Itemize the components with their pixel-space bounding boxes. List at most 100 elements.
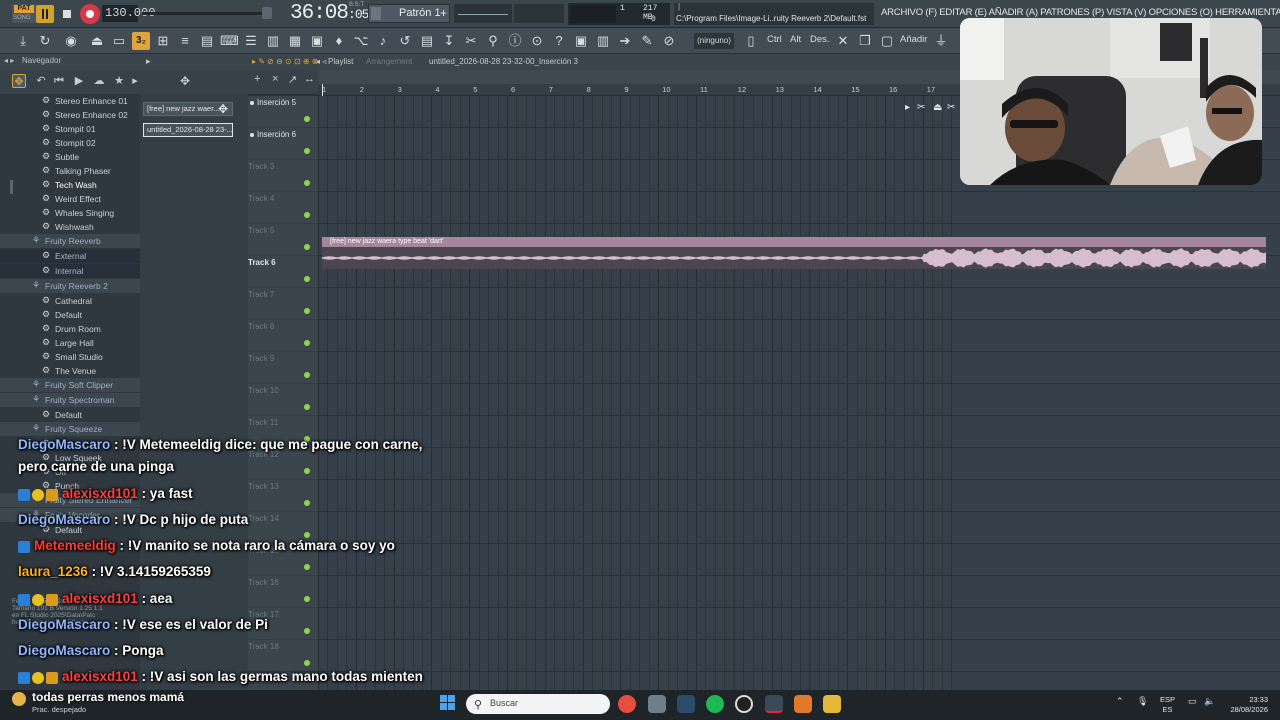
tray-mic-icon[interactable]: 🎙 (1137, 696, 1148, 707)
loop-icon[interactable]: ↻ (36, 32, 54, 50)
track-mute-led[interactable] (304, 212, 310, 218)
start-button[interactable] (440, 695, 456, 711)
track-mute-led[interactable] (304, 308, 310, 314)
browser-item[interactable]: ⚙ Subtle (0, 150, 140, 164)
track-header[interactable]: Track 16 (248, 576, 318, 608)
pencil-icon[interactable]: ✎ (638, 32, 656, 50)
tuner-icon[interactable]: ⊙ (528, 32, 546, 50)
browser-item[interactable]: ⚙ Stereo Enhance 01 (0, 94, 140, 108)
fl-studio-alt-icon[interactable] (794, 695, 812, 713)
chat-username[interactable]: alexisxd101 (62, 669, 138, 684)
ctrl-key[interactable]: Ctrl (767, 34, 782, 45)
mini-cut-icon[interactable]: ✂ (917, 102, 925, 113)
add-menu[interactable]: Añadir (900, 34, 927, 45)
download-icon[interactable]: ⤓ (14, 32, 32, 50)
browser-item[interactable]: ⚙ Internal (0, 264, 140, 278)
paste-icon[interactable]: ▢ (878, 32, 896, 50)
picker-item-insert[interactable]: untitled_2026-08-28 23-... (143, 123, 233, 137)
edit-icon[interactable]: ▯ (742, 32, 760, 50)
taskbar-search[interactable]: ⚲ Buscar (466, 694, 610, 714)
track-mute-led[interactable] (304, 180, 310, 186)
back-icon[interactable]: ⏮ (52, 74, 66, 88)
mini-up-icon[interactable]: ⏏ (933, 102, 942, 113)
plug-icon[interactable]: ⏚ (932, 32, 950, 50)
plugin-icon[interactable]: ♦ (330, 32, 348, 50)
chat-username[interactable]: alexisxd101 (62, 486, 138, 501)
close-track-icon[interactable]: × (272, 73, 278, 85)
track-mute-led[interactable] (304, 116, 310, 122)
undo-icon[interactable]: ↺ (396, 32, 414, 50)
track-mute-led[interactable] (304, 564, 310, 570)
browser-item[interactable]: ⚙ Talking Phaser (0, 164, 140, 178)
add-track-icon[interactable]: + (254, 73, 260, 85)
keyboard-icon[interactable]: ▥ (594, 32, 612, 50)
playlist-grid[interactable] (318, 96, 1280, 714)
track-header[interactable]: Inserción 6 (248, 128, 318, 160)
browser-item[interactable]: ⚙ Drum Room (0, 322, 140, 336)
resize-track-icon[interactable]: ↔ (304, 73, 315, 85)
main-menu[interactable]: ARCHIVO (F) EDITAR (E) AÑADIR (A) PATRON… (881, 7, 1280, 18)
track-header[interactable]: Track 6 (248, 256, 318, 288)
settings-icon[interactable] (648, 695, 666, 713)
track-mute-led[interactable] (304, 500, 310, 506)
browser-item[interactable]: ⚙ Stompit 02 (0, 136, 140, 150)
tray-up-icon[interactable]: ⌃ (1116, 696, 1124, 707)
pattern-selector[interactable]: Patrón 1 + (368, 4, 450, 23)
render-icon[interactable]: ↧ (440, 32, 458, 50)
track-mute-led[interactable] (304, 148, 310, 154)
browser-item[interactable]: ⚙ Small Studio (0, 350, 140, 364)
play-icon[interactable]: ▶ (72, 74, 86, 88)
arrow-right-icon[interactable]: ➔ (616, 32, 634, 50)
track-header[interactable]: Track 13 (248, 480, 318, 512)
browser-item[interactable]: ⚙ Weird Effect (0, 192, 140, 206)
track-mute-led[interactable] (304, 372, 310, 378)
chat-username[interactable]: Metemeeldig (34, 538, 116, 553)
mic-icon[interactable]: ⚲ (484, 32, 502, 50)
wait-icon[interactable]: ⏏ (88, 32, 106, 50)
browser-icon[interactable]: ⌥ (352, 32, 370, 50)
track-mute-led[interactable] (304, 244, 310, 250)
browser-folder[interactable]: ⚘ Fruity Soft Clipper (0, 378, 140, 392)
chat-username[interactable]: DiegoMascaro (18, 643, 110, 658)
copy-icon[interactable]: ❐ (856, 32, 874, 50)
steam-icon[interactable] (677, 695, 695, 713)
des-key[interactable]: Des. (810, 34, 830, 45)
pencil-track-icon[interactable]: ↗ (288, 73, 297, 86)
network-icon[interactable]: ▭ (1188, 696, 1197, 707)
track-mute-led[interactable] (304, 276, 310, 282)
record-button[interactable] (80, 4, 100, 24)
browser-item[interactable]: ⚙ Default (0, 308, 140, 322)
track-header[interactable]: Track 9 (248, 352, 318, 384)
language-indicator[interactable]: ESP ES (1160, 695, 1175, 715)
track-header[interactable]: Track 18 (248, 640, 318, 672)
chrome-icon[interactable] (618, 695, 636, 713)
metronome-icon[interactable]: ◉ (62, 32, 80, 50)
master-volume-knob[interactable] (262, 7, 272, 19)
save-icon[interactable]: ▤ (418, 32, 436, 50)
tempo-display[interactable]: 130.000 (102, 5, 155, 22)
info-icon[interactable]: ⓘ (506, 32, 524, 50)
star-icon[interactable]: ★ (112, 74, 126, 88)
browser-scrollbar[interactable] (10, 180, 13, 194)
track-header[interactable]: Track 8 (248, 320, 318, 352)
playlist-icon[interactable]: ▣ (308, 32, 326, 50)
add-pattern-icon[interactable]: + (440, 6, 447, 20)
browser-window-icon[interactable]: ▣ (572, 32, 590, 50)
track-mute-led[interactable] (304, 628, 310, 634)
playlist-tools-icon[interactable]: ▸ ✎ ⊘ ⊖ ⊙ ⊡ ⊕ ⊗ (252, 57, 319, 66)
clock[interactable]: 23:33 28/08/2026 (1222, 695, 1268, 715)
chat-username[interactable]: alexisxd101 (62, 591, 138, 606)
audio-clip[interactable]: [free] new jazz waera type beat 'dart' (322, 237, 1266, 269)
link-icon[interactable]: ⊘ (660, 32, 678, 50)
browser-item[interactable]: ⚙ The Venue (0, 364, 140, 378)
close-icon[interactable]: ✕ (834, 32, 852, 50)
volume-icon[interactable]: 🔈 (1204, 696, 1215, 707)
undo-icon[interactable]: ↶ (34, 74, 48, 88)
navigator-arrows-icon[interactable]: ◂ ▸ (4, 56, 14, 65)
track-header[interactable]: Track 4 (248, 192, 318, 224)
browser-folder[interactable]: ⚘ Fruity Reeverb 2 (0, 279, 140, 293)
track-header[interactable]: Track 3 (248, 160, 318, 192)
spotify-icon[interactable] (706, 695, 724, 713)
overdub-icon[interactable]: ≡ (176, 32, 194, 50)
blend-icon[interactable]: ▤ (198, 32, 216, 50)
